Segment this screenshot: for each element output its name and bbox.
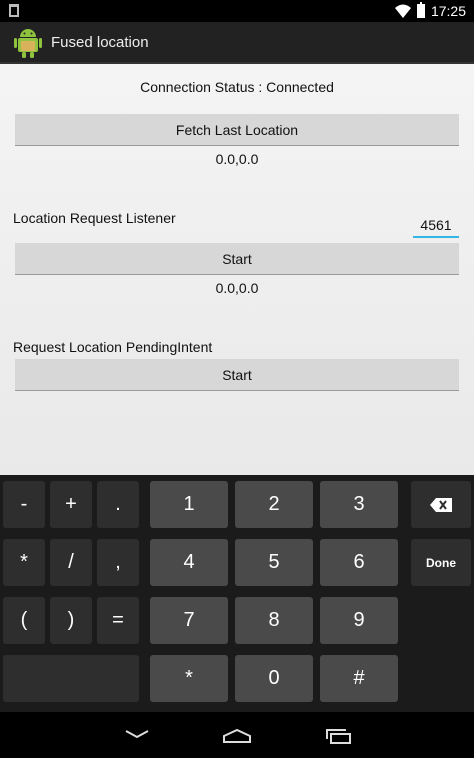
key-comma[interactable]: ,: [97, 539, 139, 586]
connection-status: Connection Status : Connected: [140, 79, 334, 95]
main-content: Connection Status : Connected Fetch Last…: [0, 64, 474, 475]
battery-icon: [416, 2, 425, 18]
key-6[interactable]: 6: [320, 539, 398, 586]
interval-input[interactable]: 4561: [413, 216, 459, 238]
key-close-paren[interactable]: ): [50, 597, 92, 644]
home-icon[interactable]: [222, 728, 252, 744]
key-star[interactable]: *: [150, 655, 228, 702]
key-asterisk[interactable]: *: [3, 539, 45, 586]
navigation-bar: [0, 712, 474, 758]
key-equals[interactable]: =: [97, 597, 139, 644]
key-1[interactable]: 1: [150, 481, 228, 528]
action-bar: Fused location: [0, 22, 474, 64]
key-5[interactable]: 5: [235, 539, 313, 586]
key-blank[interactable]: [3, 655, 139, 702]
status-bar: 17:25: [0, 0, 474, 22]
listener-location-value: 0.0,0.0: [215, 280, 259, 296]
key-7[interactable]: 7: [150, 597, 228, 644]
key-period[interactable]: .: [97, 481, 139, 528]
pending-intent-start-button[interactable]: Start: [15, 359, 459, 391]
pending-intent-label: Request Location PendingIntent: [13, 339, 213, 355]
status-time: 17:25: [430, 3, 466, 19]
back-icon[interactable]: [124, 728, 150, 740]
key-3[interactable]: 3: [320, 481, 398, 528]
key-9[interactable]: 9: [320, 597, 398, 644]
key-8[interactable]: 8: [235, 597, 313, 644]
listener-start-button[interactable]: Start: [15, 243, 459, 275]
done-key[interactable]: Done: [411, 539, 471, 586]
app-title: Fused location: [51, 34, 149, 51]
key-4[interactable]: 4: [150, 539, 228, 586]
android-icon: [14, 29, 42, 58]
wifi-icon: [394, 4, 411, 18]
fetch-last-location-button[interactable]: Fetch Last Location: [15, 114, 459, 146]
key-minus[interactable]: -: [3, 481, 45, 528]
last-location-value: 0.0,0.0: [215, 151, 259, 167]
key-open-paren[interactable]: (: [3, 597, 45, 644]
notification-icon: [9, 4, 19, 17]
numeric-keyboard: - + . 1 2 3 * / , 4 5 6 Done ( ) = 7 8 9…: [0, 475, 474, 712]
recents-icon[interactable]: [324, 728, 352, 744]
key-0[interactable]: 0: [235, 655, 313, 702]
listener-label: Location Request Listener: [13, 210, 176, 226]
backspace-key[interactable]: [411, 481, 471, 528]
backspace-icon: [430, 497, 452, 512]
key-plus[interactable]: +: [50, 481, 92, 528]
key-2[interactable]: 2: [235, 481, 313, 528]
key-slash[interactable]: /: [50, 539, 92, 586]
key-hash[interactable]: #: [320, 655, 398, 702]
